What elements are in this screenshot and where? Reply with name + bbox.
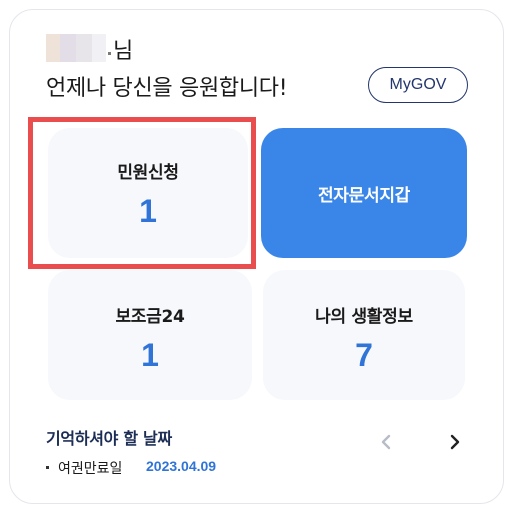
reminder-item-label: 여권만료일 bbox=[58, 461, 123, 477]
tile-subsidy[interactable]: 보조금24 1 bbox=[48, 270, 252, 400]
reminder-item-date[interactable]: 2023.04.09 bbox=[146, 458, 216, 474]
chevron-left-icon[interactable] bbox=[376, 432, 396, 452]
tile-digital-wallet[interactable]: 전자문서지갑 bbox=[261, 128, 467, 258]
user-name-blurred bbox=[46, 34, 106, 62]
name-separator-dot bbox=[108, 52, 111, 55]
chevron-right-icon[interactable] bbox=[445, 432, 465, 452]
greeting-text: 언제나 당신을 응원합니다! bbox=[46, 76, 288, 101]
user-honorific: 님 bbox=[113, 39, 134, 64]
reminder-section-title: 기억하셔야 할 날짜 bbox=[46, 429, 172, 448]
reminder-bullet bbox=[46, 466, 49, 469]
tile-life-info-label: 나의 생활정보 bbox=[315, 307, 413, 327]
tile-life-info[interactable]: 나의 생활정보 7 bbox=[263, 270, 465, 400]
tile-civil-petition-label: 민원신청 bbox=[117, 163, 179, 183]
tile-subsidy-count: 1 bbox=[141, 337, 159, 373]
tile-life-info-count: 7 bbox=[355, 337, 373, 373]
tile-digital-wallet-label: 전자문서지갑 bbox=[317, 185, 411, 206]
tile-civil-petition[interactable]: 민원신청 1 bbox=[48, 128, 248, 258]
mygov-button[interactable]: MyGOV bbox=[368, 67, 468, 103]
tile-civil-petition-count: 1 bbox=[139, 193, 157, 229]
tile-subsidy-label: 보조금24 bbox=[115, 307, 185, 327]
